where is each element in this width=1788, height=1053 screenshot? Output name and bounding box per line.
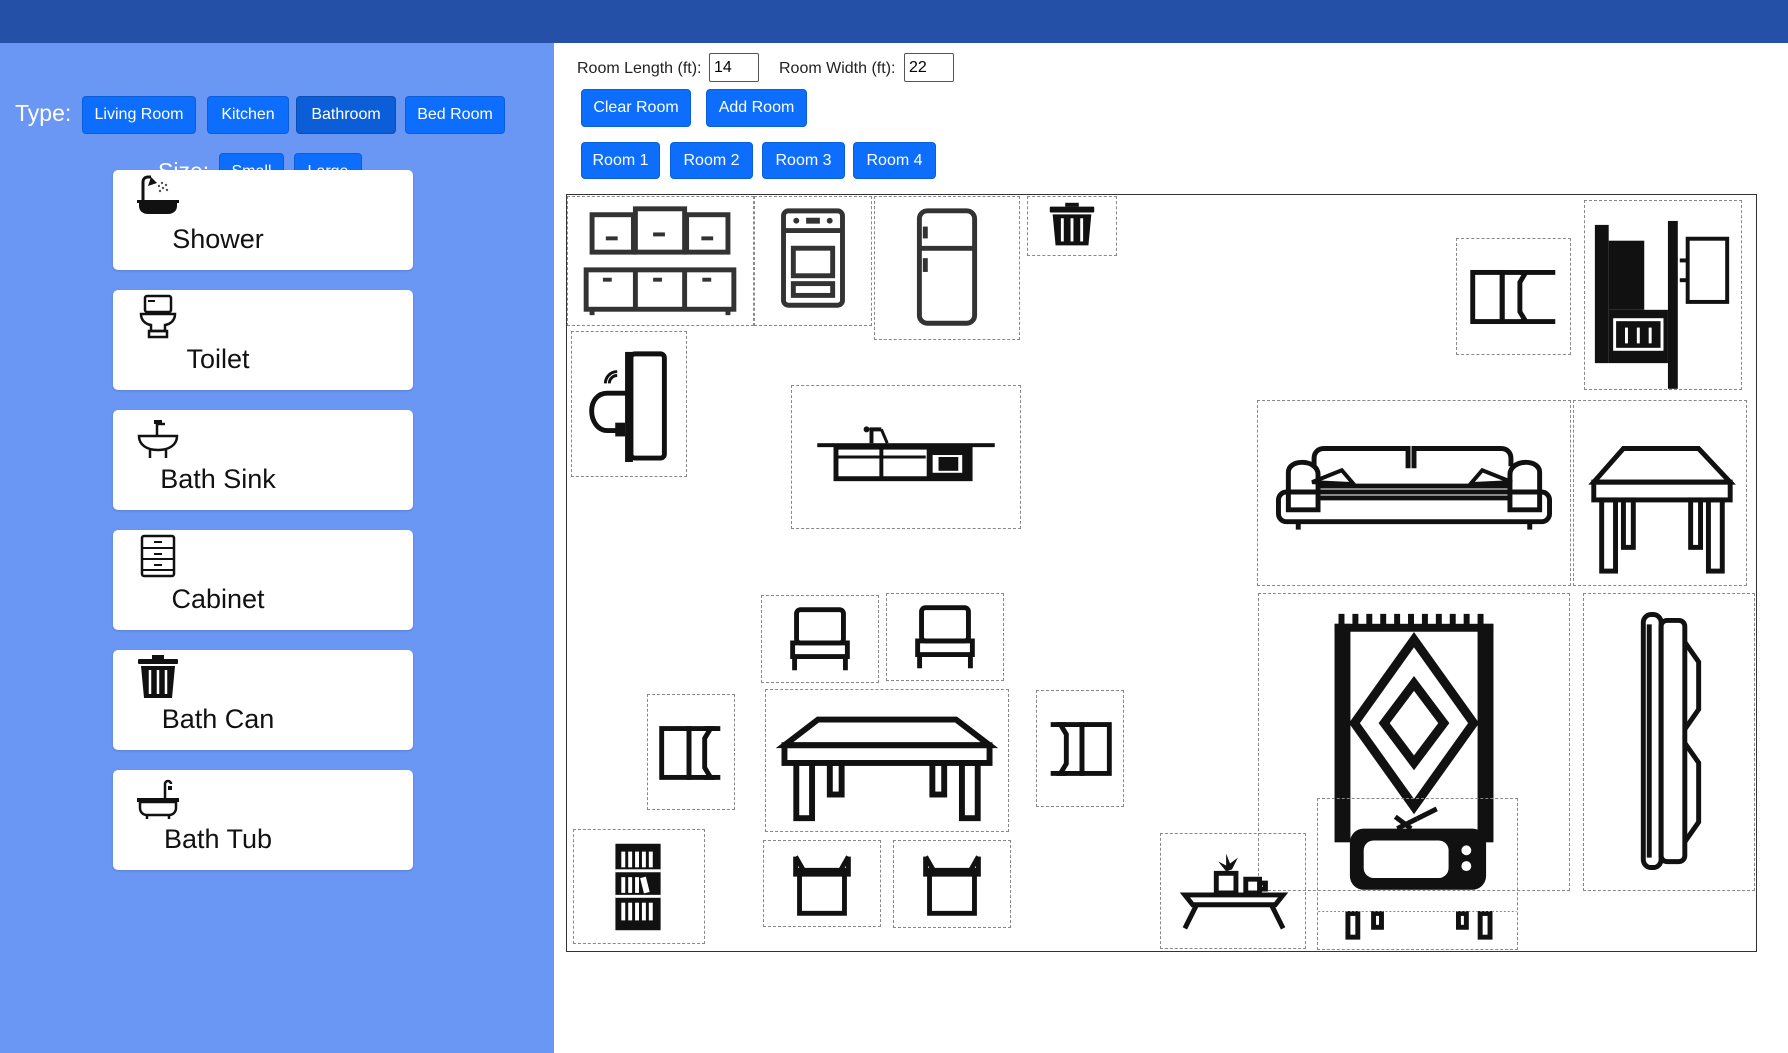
item-label: Bath Tub — [163, 824, 273, 854]
sofa-icon[interactable] — [1257, 400, 1571, 586]
item-card-bath-tub[interactable]: Bath Tub — [113, 770, 413, 870]
room-width-label: Room Width (ft): — [779, 60, 896, 77]
chair-icon[interactable] — [761, 595, 879, 683]
item-label: Cabinet — [171, 584, 265, 614]
bath-sink-icon — [135, 414, 181, 460]
type-bathroom-button[interactable]: Bathroom — [296, 96, 396, 134]
room-3-button[interactable]: Room 3 — [762, 142, 845, 179]
room-width-input[interactable] — [904, 53, 954, 82]
room-length-input[interactable] — [709, 53, 759, 82]
item-label: Bath Sink — [160, 464, 276, 494]
sidebar: Type: Living Room Kitchen Bathroom Bed R… — [0, 43, 554, 1053]
bathtub-icon — [135, 774, 181, 820]
chair-side-icon[interactable] — [1036, 690, 1124, 807]
item-card-shower[interactable]: Shower — [113, 170, 413, 270]
top-bar — [0, 0, 1788, 43]
clear-room-button[interactable]: Clear Room — [581, 89, 691, 127]
chair-back-icon[interactable] — [893, 840, 1011, 928]
item-label: Toilet — [186, 344, 250, 374]
bed-side-icon[interactable] — [1584, 200, 1742, 390]
room-2-button[interactable]: Room 2 — [670, 142, 753, 179]
tv-icon[interactable] — [1317, 798, 1518, 950]
trash-can-icon[interactable] — [1027, 196, 1117, 256]
dining-table-icon[interactable] — [765, 689, 1009, 832]
item-label: Bath Can — [161, 704, 275, 734]
trash-can-icon — [135, 654, 181, 700]
type-living-room-button[interactable]: Living Room — [82, 96, 196, 134]
type-bed-room-button[interactable]: Bed Room — [405, 96, 505, 134]
item-card-cabinet[interactable]: Cabinet — [113, 530, 413, 630]
shower-icon — [135, 174, 181, 220]
chair-icon[interactable] — [886, 593, 1004, 681]
chair-side-icon[interactable] — [647, 694, 735, 810]
stove-icon[interactable] — [754, 196, 872, 326]
counter-sink-icon[interactable] — [791, 385, 1021, 529]
coffee-table-icon[interactable] — [1160, 833, 1306, 949]
cabinet-icon — [135, 534, 181, 580]
sofa-side-icon[interactable] — [1583, 593, 1755, 891]
item-card-bath-sink[interactable]: Bath Sink — [113, 410, 413, 510]
room-length-label: Room Length (ft): — [577, 60, 702, 77]
item-label: Shower — [172, 224, 264, 254]
item-card-toilet[interactable]: Toilet — [113, 290, 413, 390]
kitchen-cabinets-icon[interactable] — [567, 196, 754, 326]
add-room-button[interactable]: Add Room — [706, 89, 807, 127]
chair-side-icon[interactable] — [1456, 238, 1571, 355]
type-label: Type: — [15, 100, 72, 126]
toilet-icon — [135, 294, 181, 340]
fridge-icon[interactable] — [874, 196, 1020, 340]
room-1-button[interactable]: Room 1 — [581, 142, 660, 179]
type-kitchen-button[interactable]: Kitchen — [207, 96, 289, 134]
wall-sink-icon[interactable] — [571, 331, 687, 477]
table-icon[interactable] — [1573, 400, 1747, 586]
bookshelf-icon[interactable] — [573, 829, 705, 944]
room-4-button[interactable]: Room 4 — [853, 142, 936, 179]
item-card-bath-can[interactable]: Bath Can — [113, 650, 413, 750]
chair-back-icon[interactable] — [763, 840, 881, 927]
